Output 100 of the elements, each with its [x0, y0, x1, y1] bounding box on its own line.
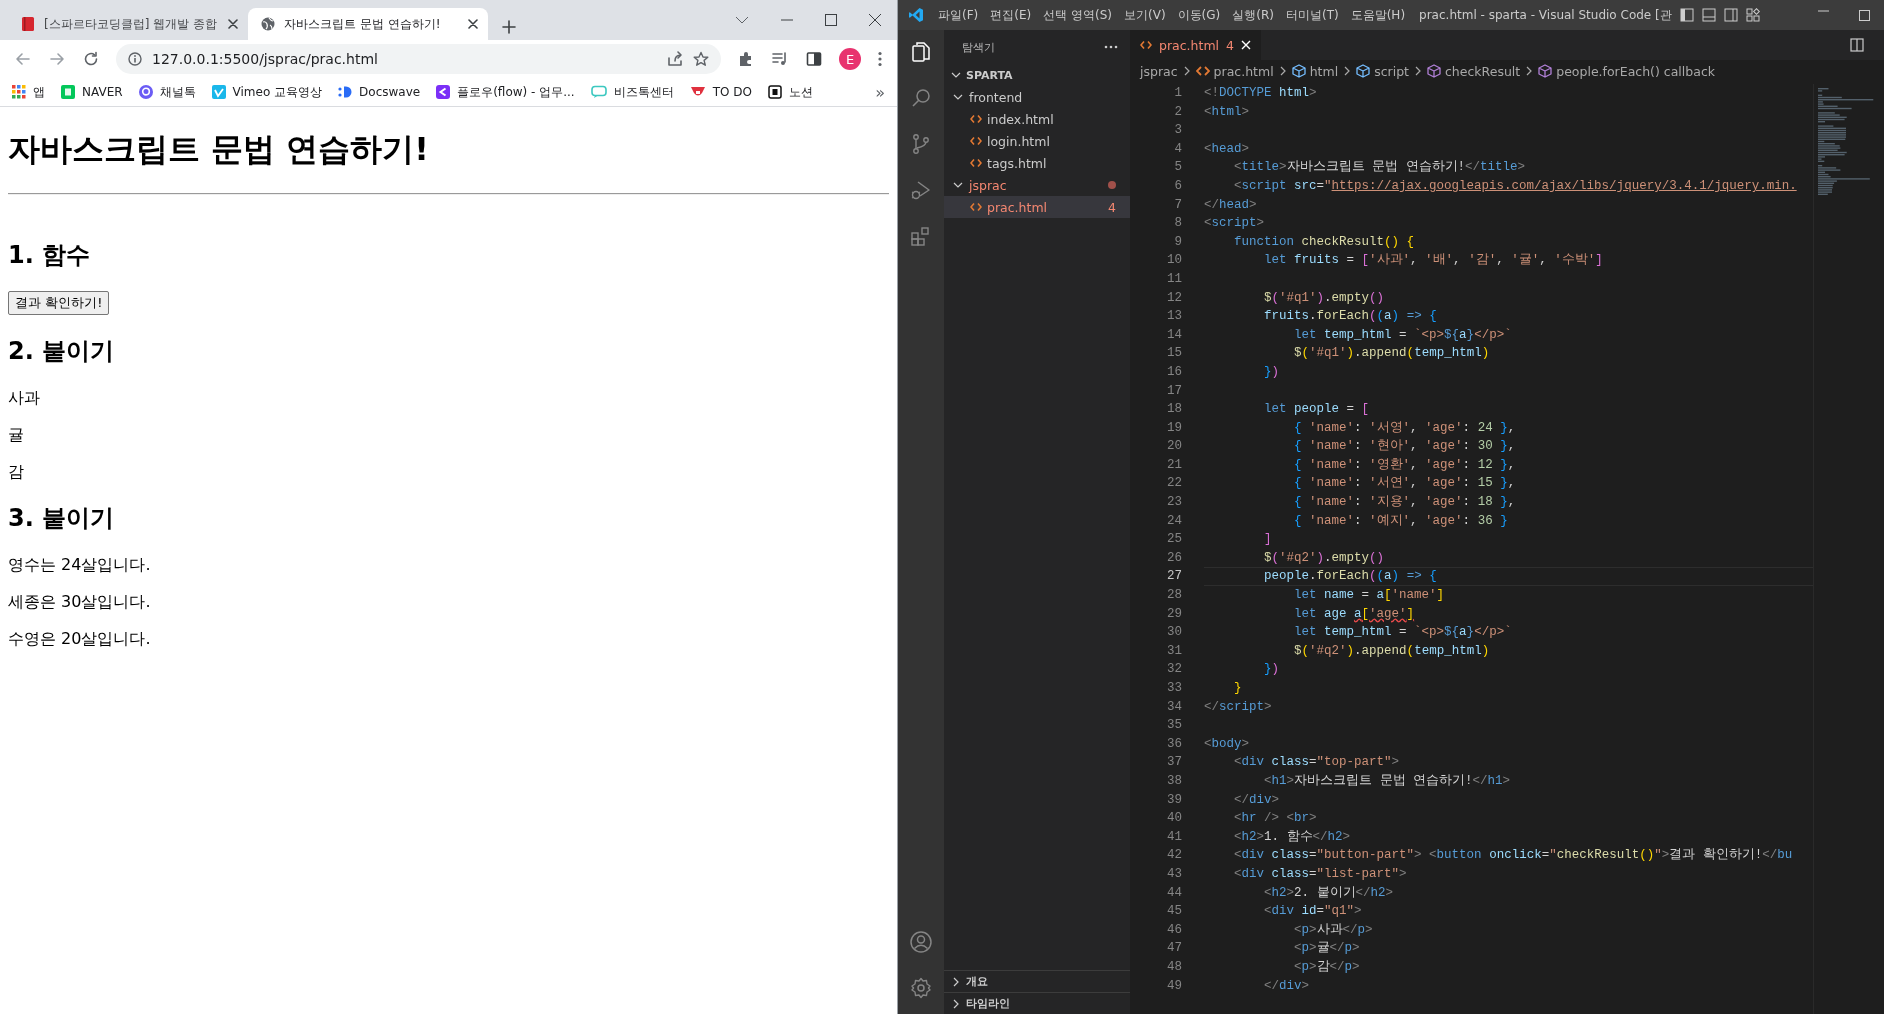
- menu-item[interactable]: 실행(R): [1226, 6, 1280, 24]
- code-line: <title>자바스크립트 문법 연습하기!</title>: [1233, 159, 1527, 177]
- panel-toggle-icon[interactable]: [1701, 8, 1716, 22]
- close-icon[interactable]: [468, 19, 478, 29]
- breadcrumb-item[interactable]: html: [1309, 63, 1339, 79]
- files-icon[interactable]: [909, 40, 933, 64]
- code-line: { 'name': '현아', 'age': 30 },: [1293, 438, 1517, 456]
- menu-item[interactable]: 파일(F): [932, 6, 985, 24]
- line-number: 45: [1166, 903, 1182, 921]
- checkmark-square-icon[interactable]: [211, 85, 226, 99]
- puzzle-icon[interactable]: [738, 51, 754, 67]
- menu-item[interactable]: 터미널(T): [1279, 6, 1345, 24]
- code-line: fruits.forEach((a) => {: [1263, 308, 1438, 326]
- breadcrumb-item[interactable]: script: [1374, 63, 1409, 79]
- line-number: 5: [1173, 159, 1182, 177]
- address-bar[interactable]: 127.0.0.1:5500/jsprac/prac.html: [116, 44, 721, 74]
- section-header[interactable]: SPARTA: [966, 68, 1013, 82]
- code-line: $('#q1').append(temp_html): [1293, 345, 1491, 363]
- kebab-menu-icon[interactable]: [878, 51, 882, 67]
- run-debug-icon[interactable]: [909, 178, 933, 202]
- sidebar-toggle-icon[interactable]: [1679, 8, 1694, 22]
- line-number: 46: [1166, 921, 1182, 939]
- panel-header[interactable]: 타임라인: [944, 992, 1130, 1014]
- split-editor-icon[interactable]: [1850, 38, 1864, 52]
- line-number: 12: [1166, 289, 1182, 307]
- list-text: 감: [8, 461, 25, 482]
- browser-tab[interactable]: 자바스크립트 문법 연습하기!: [248, 8, 488, 40]
- back-arrow-icon[interactable]: [15, 51, 31, 67]
- chevron-square-icon[interactable]: [436, 85, 451, 99]
- code-line: <!DOCTYPE html>: [1204, 85, 1318, 102]
- line-number: 36: [1166, 735, 1182, 753]
- line-number: 48: [1166, 958, 1182, 976]
- vscode-logo-icon[interactable]: [908, 7, 924, 23]
- code-line: let fruits = ['사과', '배', '감', '귤', '수박']: [1263, 252, 1604, 270]
- menu-item[interactable]: 편집(E): [984, 6, 1038, 24]
- breadcrumb-item[interactable]: people.forEach() callback: [1556, 63, 1715, 79]
- maximize-icon[interactable]: [825, 14, 837, 26]
- editor-tab[interactable]: prac.html 4: [1130, 30, 1261, 60]
- chevron-down-icon[interactable]: [735, 15, 749, 25]
- code-line: <h1>자바스크립트 문법 연습하기!</h1>: [1263, 772, 1512, 790]
- more-bookmarks-button[interactable]: »: [875, 82, 885, 102]
- settings-icon[interactable]: [909, 976, 933, 1000]
- line-number: 25: [1166, 531, 1182, 549]
- more-icon[interactable]: [1104, 45, 1118, 49]
- close-icon[interactable]: [228, 19, 238, 29]
- secondary-sidebar-icon[interactable]: [1723, 8, 1738, 22]
- star-icon[interactable]: [693, 51, 709, 67]
- bookmark-link[interactable]: 앱: [33, 83, 45, 101]
- line-number: 35: [1166, 717, 1182, 735]
- reload-icon[interactable]: [83, 51, 99, 67]
- chevron-right-icon: [1182, 66, 1191, 76]
- folder-item[interactable]: jsprac: [944, 174, 1130, 196]
- bookmark-link[interactable]: Docswave: [359, 85, 421, 99]
- code-line: <body>: [1204, 735, 1251, 753]
- info-icon[interactable]: [128, 52, 142, 66]
- code-line: <div id="q1">: [1263, 903, 1363, 921]
- forward-arrow-icon[interactable]: [49, 51, 65, 67]
- chat-bubble-icon[interactable]: [138, 85, 153, 99]
- menu-item[interactable]: 도움말(H): [1344, 6, 1412, 24]
- layout-icon[interactable]: [1745, 8, 1760, 22]
- code-line: ]: [1263, 531, 1273, 549]
- breadcrumb-item[interactable]: checkResult: [1445, 63, 1521, 79]
- browser-tab[interactable]: [스파르타코딩클럽] 웹개발 종합: [8, 8, 248, 40]
- bookmark-link[interactable]: TO DO: [712, 85, 752, 99]
- apps-grid-icon[interactable]: [12, 85, 26, 99]
- code-line: function checkResult() {: [1233, 233, 1416, 251]
- bookmark-link[interactable]: NAVER: [82, 85, 123, 99]
- file-item[interactable]: prac.html 4: [944, 196, 1130, 218]
- close-icon[interactable]: [869, 14, 881, 26]
- bookmark-link[interactable]: 채널톡: [159, 83, 196, 101]
- side-panel-icon[interactable]: [806, 51, 822, 67]
- profile-avatar[interactable]: E: [839, 48, 861, 70]
- playlist-icon[interactable]: [772, 51, 788, 67]
- menu-item[interactable]: 보기(V): [1118, 6, 1172, 24]
- breadcrumb-item[interactable]: prac.html: [1213, 63, 1274, 79]
- code-line: <p>감</p>: [1293, 958, 1361, 976]
- menu-item[interactable]: 이동(G): [1171, 6, 1227, 24]
- account-icon[interactable]: [909, 930, 933, 954]
- menu-item[interactable]: 선택 영역(S): [1037, 6, 1118, 24]
- file-item[interactable]: login.html: [944, 130, 1130, 152]
- file-item[interactable]: index.html: [944, 108, 1130, 130]
- line-number: 24: [1166, 512, 1182, 530]
- page-heading: 자바스크립트 문법 연습하기!: [8, 129, 430, 170]
- bookmark-link[interactable]: 비즈톡센터: [613, 83, 674, 101]
- plus-icon[interactable]: [502, 20, 516, 34]
- folder-item[interactable]: frontend: [944, 86, 1130, 108]
- code-line: { 'name': '영환', 'age': 12 },: [1293, 456, 1517, 474]
- result-button[interactable]: 결과 확인하기!: [8, 291, 110, 315]
- file-item[interactable]: tags.html: [944, 152, 1130, 174]
- bookmark-link[interactable]: 플로우(flow) - 업무...: [457, 83, 575, 101]
- cube-icon: [1356, 64, 1371, 78]
- problem-dot: [1108, 181, 1116, 189]
- line-number: 8: [1173, 215, 1182, 233]
- dots-logo-icon[interactable]: [338, 85, 353, 99]
- bookmark-link[interactable]: Vimeo 교육영상: [232, 83, 323, 101]
- bookmark-link[interactable]: 노션: [788, 83, 813, 101]
- breadcrumb-item[interactable]: jsprac: [1140, 63, 1178, 79]
- share-icon[interactable]: [667, 51, 683, 67]
- panel-header[interactable]: 개요: [944, 970, 1130, 992]
- code-line: <div class="top-part">: [1233, 754, 1401, 772]
